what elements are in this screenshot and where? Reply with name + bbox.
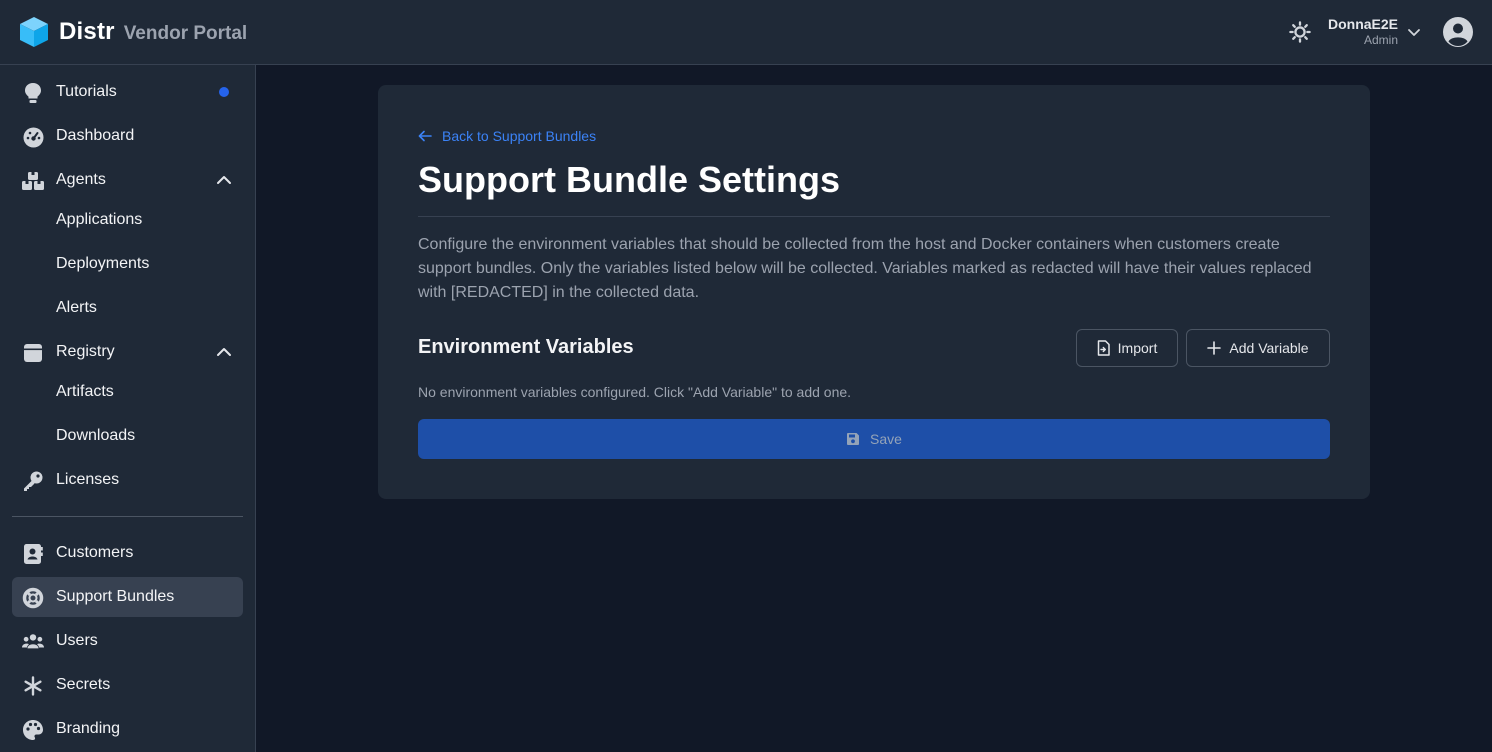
sidebar-item-downloads[interactable]: Downloads bbox=[12, 416, 243, 456]
user-menu[interactable]: DonnaE2E Admin bbox=[1328, 16, 1474, 48]
sidebar-item-label: Licenses bbox=[56, 471, 120, 488]
sidebar-item-dashboard[interactable]: Dashboard bbox=[12, 116, 243, 156]
sidebar-item-label: Dashboard bbox=[56, 127, 135, 144]
sidebar-item-deployments[interactable]: Deployments bbox=[12, 244, 243, 284]
sidebar-item-label: Customers bbox=[56, 544, 134, 561]
floppy-disk-icon bbox=[847, 433, 860, 445]
save-button[interactable]: Save bbox=[418, 419, 1330, 459]
sidebar-item-label: Users bbox=[56, 632, 98, 649]
chevron-up-icon bbox=[217, 176, 231, 184]
sidebar: Tutorials Dashboard Agents Applications … bbox=[0, 65, 256, 752]
sidebar-divider bbox=[12, 516, 243, 517]
lightbulb-icon bbox=[22, 82, 44, 104]
registry-icon bbox=[22, 342, 44, 364]
sidebar-item-label: Artifacts bbox=[56, 383, 114, 400]
brand-name: Distr bbox=[59, 18, 115, 45]
plus-icon bbox=[1207, 341, 1222, 355]
sidebar-item-applications[interactable]: Applications bbox=[12, 200, 243, 240]
sidebar-item-label: Registry bbox=[56, 343, 115, 360]
sidebar-item-tutorials[interactable]: Tutorials bbox=[12, 72, 243, 112]
avatar[interactable] bbox=[1442, 16, 1474, 48]
import-button-label: Import bbox=[1117, 340, 1158, 356]
sidebar-item-alerts[interactable]: Alerts bbox=[12, 288, 243, 328]
back-link-label: Back to Support Bundles bbox=[442, 128, 597, 144]
arrow-left-icon bbox=[418, 130, 432, 142]
brand-subtitle: Vendor Portal bbox=[123, 22, 248, 44]
empty-state-text: No environment variables configured. Cli… bbox=[418, 384, 852, 400]
sidebar-item-label: Downloads bbox=[56, 427, 136, 444]
chevron-down-icon bbox=[1408, 29, 1420, 36]
cube-logo-icon bbox=[20, 17, 48, 47]
lifebuoy-icon bbox=[22, 587, 44, 609]
contact-card-icon bbox=[22, 543, 44, 565]
sidebar-item-label: Secrets bbox=[56, 676, 111, 693]
user-name: DonnaE2E bbox=[1327, 16, 1398, 32]
add-variable-button[interactable]: Add Variable bbox=[1186, 329, 1330, 367]
agents-icon bbox=[22, 170, 44, 192]
users-icon bbox=[22, 631, 44, 653]
sidebar-item-label: Alerts bbox=[56, 299, 97, 316]
sidebar-item-registry[interactable]: Registry bbox=[12, 332, 243, 372]
sidebar-item-label: Branding bbox=[56, 720, 121, 737]
sidebar-item-label: Applications bbox=[56, 211, 143, 228]
theme-toggle-button[interactable] bbox=[1288, 20, 1312, 44]
sidebar-item-branding[interactable]: Branding bbox=[12, 709, 243, 749]
file-import-icon bbox=[1097, 340, 1110, 356]
key-icon bbox=[22, 470, 44, 492]
notification-dot bbox=[219, 87, 229, 97]
sidebar-item-artifacts[interactable]: Artifacts bbox=[12, 372, 243, 412]
page-description: Configure the environment variables that… bbox=[418, 236, 1312, 301]
back-link[interactable]: Back to Support Bundles bbox=[418, 128, 596, 144]
sun-icon bbox=[1289, 21, 1311, 43]
dashboard-icon bbox=[22, 126, 44, 148]
palette-icon bbox=[22, 719, 44, 741]
asterisk-icon bbox=[22, 675, 44, 697]
sidebar-item-label: Tutorials bbox=[56, 83, 117, 100]
chevron-up-icon bbox=[217, 348, 231, 356]
sidebar-item-users[interactable]: Users bbox=[12, 621, 243, 661]
add-variable-button-label: Add Variable bbox=[1229, 340, 1309, 356]
import-button[interactable]: Import bbox=[1076, 329, 1178, 367]
sidebar-item-support-bundles[interactable]: Support Bundles bbox=[12, 577, 243, 617]
section-title: Environment Variables bbox=[418, 336, 634, 358]
save-button-label: Save bbox=[870, 431, 902, 447]
sidebar-item-secrets[interactable]: Secrets bbox=[12, 665, 243, 705]
sidebar-item-label: Deployments bbox=[56, 255, 150, 272]
settings-card: Back to Support Bundles Support Bundle S… bbox=[378, 85, 1370, 499]
sidebar-item-label: Agents bbox=[56, 171, 106, 188]
sidebar-item-agents[interactable]: Agents bbox=[12, 160, 243, 200]
page-title: Support Bundle Settings bbox=[418, 159, 840, 200]
top-bar: Distr Vendor Portal DonnaE2E Admin bbox=[0, 0, 1492, 65]
sidebar-item-licenses[interactable]: Licenses bbox=[12, 460, 243, 500]
user-role: Admin bbox=[1363, 33, 1398, 47]
sidebar-item-customers[interactable]: Customers bbox=[12, 533, 243, 573]
brand[interactable]: Distr Vendor Portal bbox=[19, 16, 247, 48]
sidebar-item-label: Support Bundles bbox=[56, 588, 175, 605]
title-divider bbox=[418, 216, 1330, 217]
